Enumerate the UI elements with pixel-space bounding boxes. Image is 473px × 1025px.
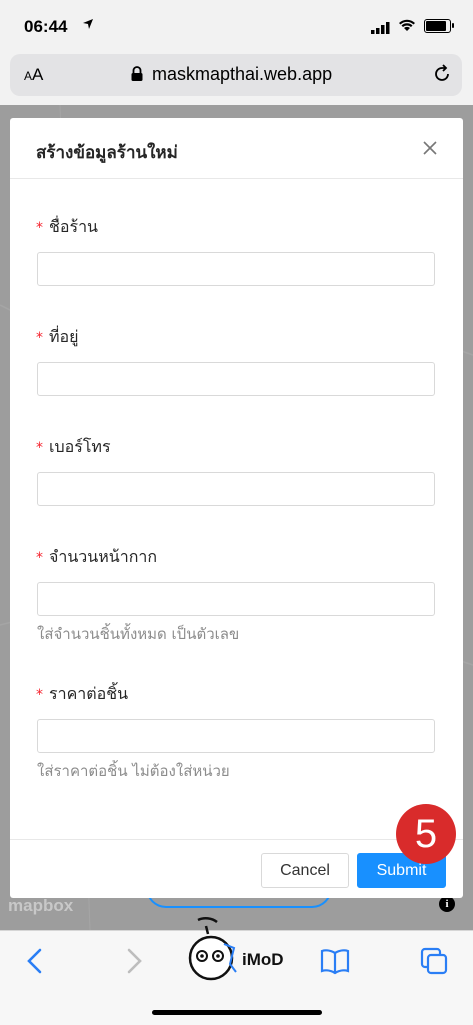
wifi-icon [398, 17, 416, 36]
url-text: maskmapthai.web.app [152, 64, 333, 84]
mask-count-label: * จำนวนหน้ากาก [36, 547, 158, 566]
create-shop-modal: สร้างข้อมูลร้านใหม่ * ชื่อร้าน * ที่อยู่ *… [10, 118, 463, 898]
price-label: * ราคาต่อชิ้น [36, 684, 129, 703]
phone-label: * เบอร์โทร [36, 437, 111, 456]
modal-header: สร้างข้อมูลร้านใหม่ [10, 118, 463, 179]
location-arrow-icon [82, 18, 94, 34]
modal-footer: Cancel Submit [10, 839, 463, 899]
status-bar: 06:44 [0, 0, 473, 50]
forward-icon[interactable] [123, 947, 145, 979]
address-label: * ที่อยู่ [36, 327, 79, 346]
price-input[interactable] [37, 719, 435, 753]
reader-text-size-button[interactable]: AA [24, 65, 43, 85]
address-input[interactable] [37, 362, 435, 396]
mask-count-help: ใส่จำนวนชิ้นทั้งหมด เป็นตัวเลข [37, 625, 240, 643]
mapbox-logo: mapbox [8, 896, 74, 915]
lock-icon [130, 66, 144, 86]
tabs-icon[interactable] [420, 947, 448, 979]
cellular-signal-icon [371, 19, 391, 38]
close-icon[interactable] [422, 140, 440, 158]
shop-name-input[interactable] [37, 252, 435, 286]
address-bar[interactable]: AA maskmapthai.web.app [10, 54, 462, 96]
price-help: ใส่ราคาต่อชิ้น ไม่ต้องใส่หน่วย [37, 762, 230, 780]
browser-address-area: AA maskmapthai.web.app [0, 50, 473, 105]
bookmarks-icon[interactable] [320, 947, 350, 979]
reload-icon[interactable] [432, 64, 452, 88]
imod-watermark: iMoD [184, 914, 294, 984]
status-time: 06:44 [24, 17, 68, 36]
mask-count-input[interactable] [37, 582, 435, 616]
home-indicator [152, 1010, 322, 1015]
cancel-button[interactable]: Cancel [261, 853, 349, 888]
step-number-badge: 5 [396, 804, 456, 864]
back-icon[interactable] [24, 947, 46, 979]
shop-name-label: * ชื่อร้าน [36, 217, 98, 236]
modal-title: สร้างข้อมูลร้านใหม่ [36, 143, 178, 163]
imod-text: iMoD [242, 950, 284, 969]
battery-icon [424, 19, 454, 33]
phone-input[interactable] [37, 472, 435, 506]
